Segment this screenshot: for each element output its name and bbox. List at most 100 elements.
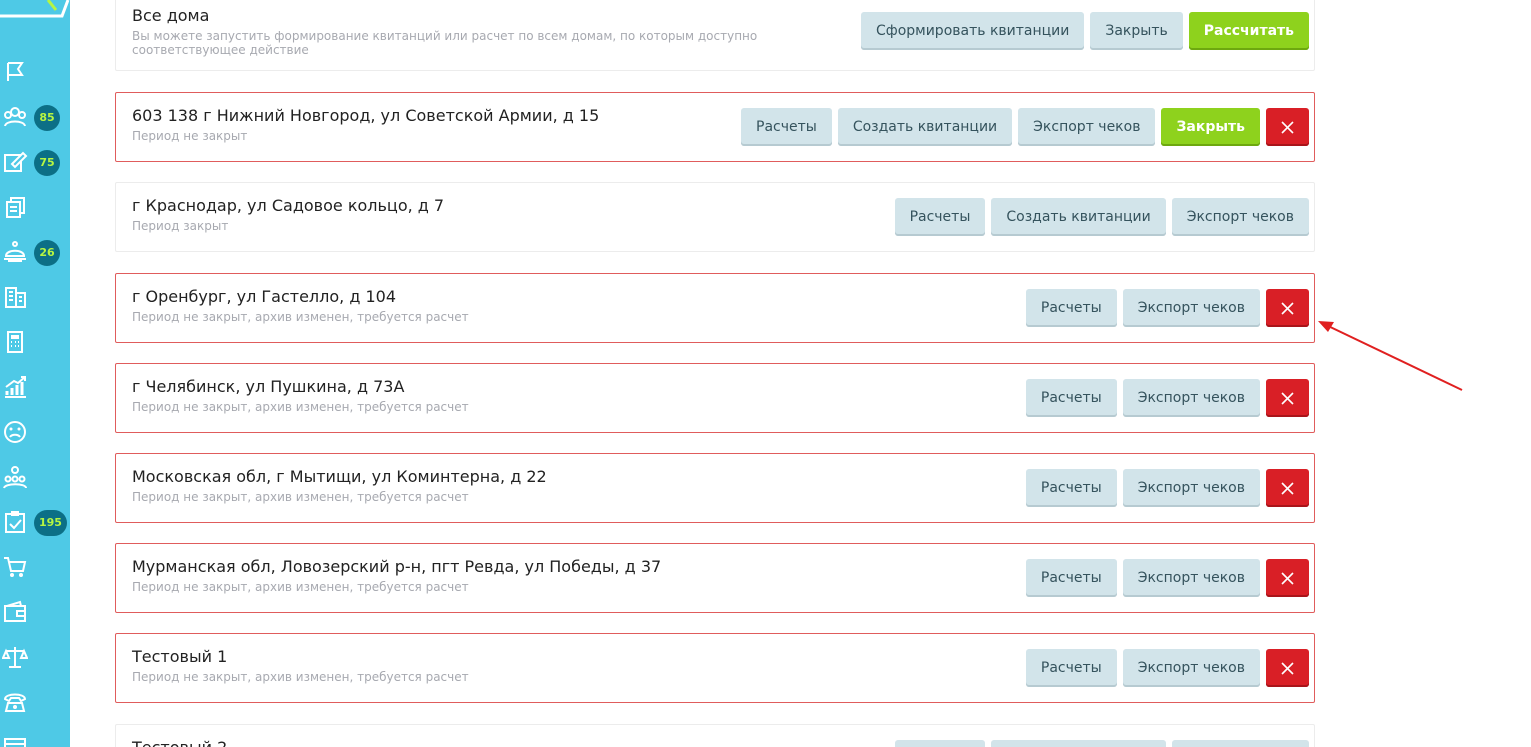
- house-address: Мурманская обл, Ловозерский р-н, пгт Рев…: [132, 557, 662, 576]
- delete-button[interactable]: [1266, 108, 1309, 146]
- people-group-icon: [2, 104, 28, 130]
- close-period-button[interactable]: Закрыть: [1161, 108, 1260, 146]
- sidebar-item-people[interactable]: 85: [0, 96, 70, 136]
- close-icon: [1281, 661, 1294, 675]
- calculations-button[interactable]: Расчеты: [1025, 649, 1117, 687]
- house-address: Тестовый 2: [132, 738, 227, 747]
- house-address: г Краснодар, ул Садовое кольцо, д 7: [132, 196, 445, 215]
- logo[interactable]: [0, 0, 70, 18]
- export-checks-button[interactable]: Экспорт чеков: [1122, 289, 1260, 327]
- documents-icon: [2, 194, 28, 220]
- house-card: г Оренбург, ул Гастелло, д 104 Период не…: [115, 273, 1315, 343]
- service-bell-icon: [2, 239, 28, 265]
- sidebar-item-complaints[interactable]: [0, 411, 70, 451]
- edit-count-badge: 75: [34, 150, 60, 176]
- house-status: Период не закрыт, архив изменен, требует…: [132, 400, 469, 414]
- house-card: 603 138 г Нижний Новгород, ул Советской …: [115, 92, 1315, 162]
- form-receipts-button[interactable]: Сформировать квитанции: [860, 12, 1085, 50]
- edit-note-icon: [2, 149, 28, 175]
- wallet-icon: [2, 599, 28, 625]
- export-checks-button[interactable]: Экспорт чеков: [1122, 469, 1260, 507]
- sidebar-item-calendar[interactable]: [0, 726, 70, 747]
- house-address: г Челябинск, ул Пушкина, д 73А: [132, 377, 405, 396]
- calculations-button[interactable]: Расчеты: [1025, 559, 1117, 597]
- sidebar-item-phone[interactable]: [0, 681, 70, 721]
- sidebar-item-shop[interactable]: [0, 546, 70, 586]
- close-icon: [1281, 481, 1294, 495]
- close-icon: [1281, 120, 1294, 134]
- delete-button[interactable]: [1266, 379, 1309, 417]
- calculator-icon: [2, 329, 28, 355]
- team-icon: [2, 464, 28, 490]
- sidebar: 85 75 26 195: [0, 0, 70, 747]
- delete-button[interactable]: [1266, 469, 1309, 507]
- delete-button[interactable]: [1266, 289, 1309, 327]
- sidebar-item-tasks[interactable]: 195: [0, 501, 70, 541]
- export-checks-button[interactable]: Экспорт чеков: [1122, 379, 1260, 417]
- export-checks-button[interactable]: Экспорт чеков: [1122, 559, 1260, 597]
- flag-icon: [2, 59, 28, 85]
- sidebar-item-calculator[interactable]: [0, 321, 70, 361]
- calculations-button[interactable]: Расчеты: [1025, 379, 1117, 417]
- phone-icon: [2, 689, 28, 715]
- scales-icon: [2, 644, 28, 670]
- all-houses-description: Вы можете запустить формирование квитанц…: [132, 29, 758, 57]
- all-houses-title: Все дома: [132, 6, 210, 25]
- all-houses-card: Все дома Вы можете запустить формировани…: [115, 0, 1315, 71]
- export-checks-button[interactable]: Экспорт чеков: [1171, 740, 1309, 747]
- tasks-count-badge: 195: [34, 510, 67, 536]
- annotation-arrow: [1318, 321, 1463, 391]
- sidebar-item-documents[interactable]: [0, 186, 70, 226]
- building-icon: [2, 284, 28, 310]
- sidebar-item-analytics[interactable]: [0, 366, 70, 406]
- house-status: Период не закрыт, архив изменен, требует…: [132, 670, 469, 684]
- house-card: г Челябинск, ул Пушкина, д 73А Период не…: [115, 363, 1315, 433]
- calculations-button[interactable]: Расчеты: [741, 108, 832, 146]
- close-icon: [1281, 391, 1294, 405]
- house-address: 603 138 г Нижний Новгород, ул Советской …: [132, 106, 600, 125]
- sidebar-item-legal[interactable]: [0, 636, 70, 676]
- sidebar-item-edit[interactable]: 75: [0, 141, 70, 181]
- cart-icon: [2, 554, 28, 580]
- house-address: Тестовый 1: [132, 647, 228, 666]
- export-checks-button[interactable]: Экспорт чеков: [1122, 649, 1260, 687]
- calculate-button[interactable]: Рассчитать: [1188, 12, 1309, 50]
- delete-button[interactable]: [1266, 559, 1309, 597]
- delete-button[interactable]: [1266, 649, 1309, 687]
- calendar-icon: [2, 734, 28, 747]
- house-status: Период не закрыт, архив изменен, требует…: [132, 490, 469, 504]
- checklist-icon: [2, 509, 28, 535]
- house-card: г Краснодар, ул Садовое кольцо, д 7 Пери…: [115, 182, 1315, 252]
- house-card: Мурманская обл, Ловозерский р-н, пгт Рев…: [115, 543, 1315, 613]
- calculations-button[interactable]: Расчеты: [894, 740, 986, 747]
- house-status: Период не закрыт, архив изменен, требует…: [132, 310, 469, 324]
- create-receipts-button[interactable]: Создать квитанции: [991, 198, 1166, 236]
- house-status: Период закрыт: [132, 219, 229, 233]
- house-status: Период не закрыт: [132, 129, 248, 143]
- export-checks-button[interactable]: Экспорт чеков: [1018, 108, 1156, 146]
- calculations-button[interactable]: Расчеты: [1025, 289, 1117, 327]
- calculations-button[interactable]: Расчеты: [1025, 469, 1117, 507]
- chart-growth-icon: [2, 374, 28, 400]
- create-receipts-button[interactable]: Создать квитанции: [837, 108, 1013, 146]
- sidebar-item-wallet[interactable]: [0, 591, 70, 631]
- house-card: Тестовый 1 Период не закрыт, архив измен…: [115, 633, 1315, 703]
- service-count-badge: 26: [34, 240, 60, 266]
- create-receipts-button[interactable]: Создать квитанции: [991, 740, 1166, 747]
- house-address: Московская обл, г Мытищи, ул Коминтерна,…: [132, 467, 547, 486]
- sidebar-item-team[interactable]: [0, 456, 70, 496]
- sidebar-item-service[interactable]: 26: [0, 231, 70, 271]
- close-icon: [1281, 571, 1294, 585]
- close-icon: [1281, 301, 1294, 315]
- house-card: Тестовый 2 Расчеты Создать квитанции Экс…: [115, 724, 1315, 747]
- house-address: г Оренбург, ул Гастелло, д 104: [132, 287, 397, 306]
- sidebar-item-flag[interactable]: [0, 51, 70, 91]
- calculations-button[interactable]: Расчеты: [894, 198, 986, 236]
- house-card: Московская обл, г Мытищи, ул Коминтерна,…: [115, 453, 1315, 523]
- close-all-button[interactable]: Закрыть: [1090, 12, 1183, 50]
- sidebar-item-buildings[interactable]: [0, 276, 70, 316]
- export-checks-button[interactable]: Экспорт чеков: [1171, 198, 1309, 236]
- house-status: Период не закрыт, архив изменен, требует…: [132, 580, 469, 594]
- people-count-badge: 85: [34, 105, 60, 131]
- sad-face-icon: [2, 419, 28, 445]
